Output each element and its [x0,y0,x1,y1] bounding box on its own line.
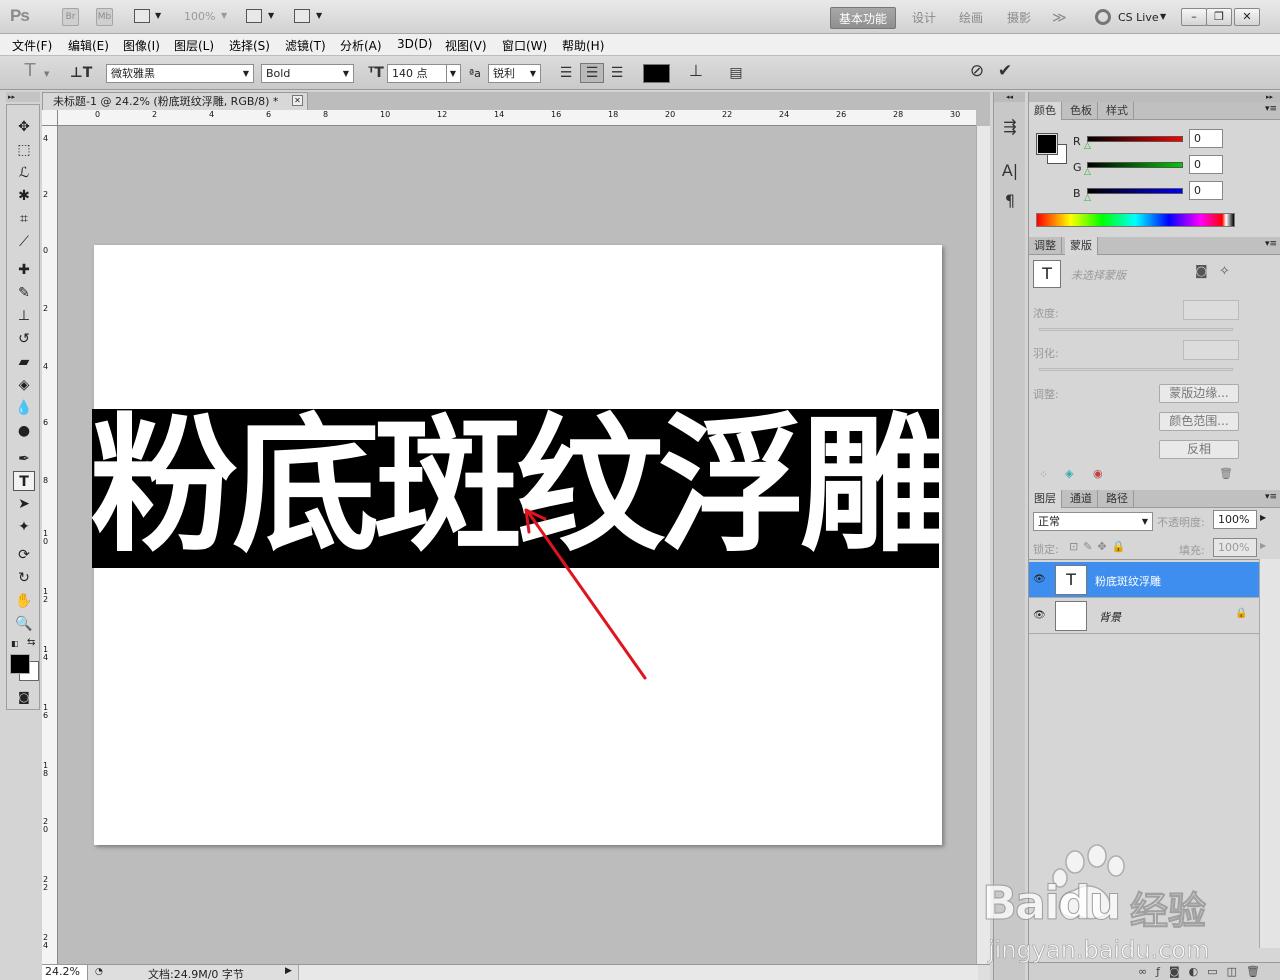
channel-r-input[interactable]: 0 [1189,129,1223,148]
layer-thumbnail [1055,601,1087,631]
channel-r-label: R [1073,135,1081,148]
character-panel-icon[interactable]: A| [1000,162,1020,180]
photoshop-window: Ps Br Mb ▼ 100% ▼ ▼ ▼ 基本功能 设计 绘画 摄影 ≫ CS… [0,0,1280,980]
lock-label: 锁定: [1033,543,1059,556]
density-label: 浓度: [1033,307,1059,320]
right-panels: ▸▸ 颜色 色板 样式 ▾≡ R △ 0 G △ 0 B △ 0 调整 蒙版 ▾… [1028,92,1280,980]
channel-g-input[interactable]: 0 [1189,155,1223,174]
slider-handle-icon[interactable]: △ [1084,193,1091,203]
paragraph-panel-icon[interactable]: ¶ [1000,192,1020,210]
mask-type-thumbnail: T [1033,260,1061,288]
opacity-label: 不透明度: [1157,516,1205,529]
history-panel-icon[interactable]: ⇶ [1000,118,1020,136]
tab-styles[interactable]: 样式 [1101,102,1134,120]
tab-paths[interactable]: 路径 [1101,490,1134,508]
vertical-scrollbar[interactable] [976,126,990,964]
invert-button[interactable]: 反相 [1159,440,1239,459]
layer-name: 背景 [1099,611,1121,624]
adjust-label: 调整: [1033,388,1059,401]
status-menu-arrow-icon[interactable]: ▶ [285,966,292,976]
color-panel-tabs: 颜色 色板 样式 ▾≡ [1029,102,1280,120]
load-selection-icon[interactable]: ⁘ [1039,468,1048,481]
slider-handle-icon[interactable]: △ [1084,141,1091,151]
opacity-arrow-icon[interactable]: ▶ [1260,513,1266,522]
add-vector-mask-icon[interactable]: ✧ [1219,264,1230,279]
fill-label: 填充: [1179,544,1205,557]
feather-label: 羽化: [1033,347,1059,360]
tab-channels[interactable]: 通道 [1065,490,1098,508]
tab-layers[interactable]: 图层 [1029,490,1062,508]
layers-scrollbar[interactable] [1259,559,1280,948]
delete-mask-icon[interactable]: 🗑 [1219,467,1233,480]
add-pixel-mask-icon[interactable]: ◙ [1195,264,1208,279]
color-fg-swatch[interactable] [1036,133,1058,155]
no-mask-selected-text: 未选择蒙版 [1071,269,1126,282]
feather-slider[interactable] [1039,368,1233,371]
layers-panel-tabs: 图层 通道 路径 ▾≡ [1029,490,1280,508]
document-info: 文档:24.9M/0 字节 [148,968,244,980]
tab-color[interactable]: 颜色 [1029,102,1062,120]
panel-menu-icon[interactable]: ▾≡ [1265,492,1277,502]
layer-name: 粉底斑纹浮雕 [1095,575,1161,588]
fill-input[interactable]: 100% [1213,538,1257,557]
density-slider[interactable] [1039,328,1233,331]
layer-row-background[interactable]: 👁 背景 🔒 [1029,598,1259,634]
channel-b-label: B [1073,187,1081,200]
layer-row-text[interactable]: 👁 T 粉底斑纹浮雕 [1029,562,1259,598]
tab-adjustments[interactable]: 调整 [1029,237,1062,255]
horizontal-scrollbar[interactable] [298,965,978,980]
chevron-down-icon: ▼ [1141,517,1148,526]
channel-g-label: G [1073,161,1082,174]
tab-masks[interactable]: 蒙版 [1065,237,1098,255]
blend-mode-value: 正常 [1038,515,1060,528]
eye-icon[interactable]: 👁 [1033,610,1046,621]
mask-panel-tabs: 调整 蒙版 ▾≡ [1029,237,1280,255]
channel-b-slider[interactable] [1087,188,1183,194]
slider-handle-icon[interactable]: △ [1084,167,1091,177]
dock-collapse-handle[interactable]: ◂◂ [994,92,1025,102]
panels-collapse-handle[interactable]: ▸▸ [1029,92,1280,102]
panel-menu-icon[interactable]: ▾≡ [1265,239,1277,249]
color-spectrum-bar[interactable] [1036,213,1235,227]
channel-g-slider[interactable] [1087,162,1183,168]
feather-input[interactable] [1183,340,1239,360]
blend-mode-select[interactable]: 正常 ▼ [1033,512,1153,531]
channel-b-input[interactable]: 0 [1189,181,1223,200]
lock-options-icon[interactable]: ⊡✎✥🔒 [1069,540,1130,553]
mask-edge-button[interactable]: 蒙版边缘... [1159,384,1239,403]
opacity-input[interactable]: 100% [1213,510,1257,529]
apply-mask-icon[interactable]: ◈ [1065,467,1073,480]
fill-arrow-icon[interactable]: ▶ [1260,541,1266,550]
color-range-button[interactable]: 颜色范围... [1159,412,1239,431]
layers-list: 👁 T 粉底斑纹浮雕 👁 背景 🔒 [1029,559,1280,948]
disable-mask-icon[interactable]: ◉ [1093,467,1103,480]
panel-menu-icon[interactable]: ▾≡ [1265,104,1277,114]
channel-r-slider[interactable] [1087,136,1183,142]
status-bar: 24.2% ◔ 文档:24.9M/0 字节 ▶ [42,964,990,980]
lock-icon: 🔒 [1235,608,1248,619]
density-input[interactable] [1183,300,1239,320]
layer-thumbnail: T [1055,565,1087,595]
status-icon: ◔ [95,967,103,977]
tab-swatches[interactable]: 色板 [1065,102,1098,120]
collapsed-panel-dock: ◂◂ ⇶ A| ¶ [993,92,1025,980]
zoom-field[interactable]: 24.2% [42,965,88,980]
eye-icon[interactable]: 👁 [1033,574,1046,585]
layers-footer-buttons[interactable]: ∞ƒ◙◐▭◫🗑 [1029,962,1280,980]
